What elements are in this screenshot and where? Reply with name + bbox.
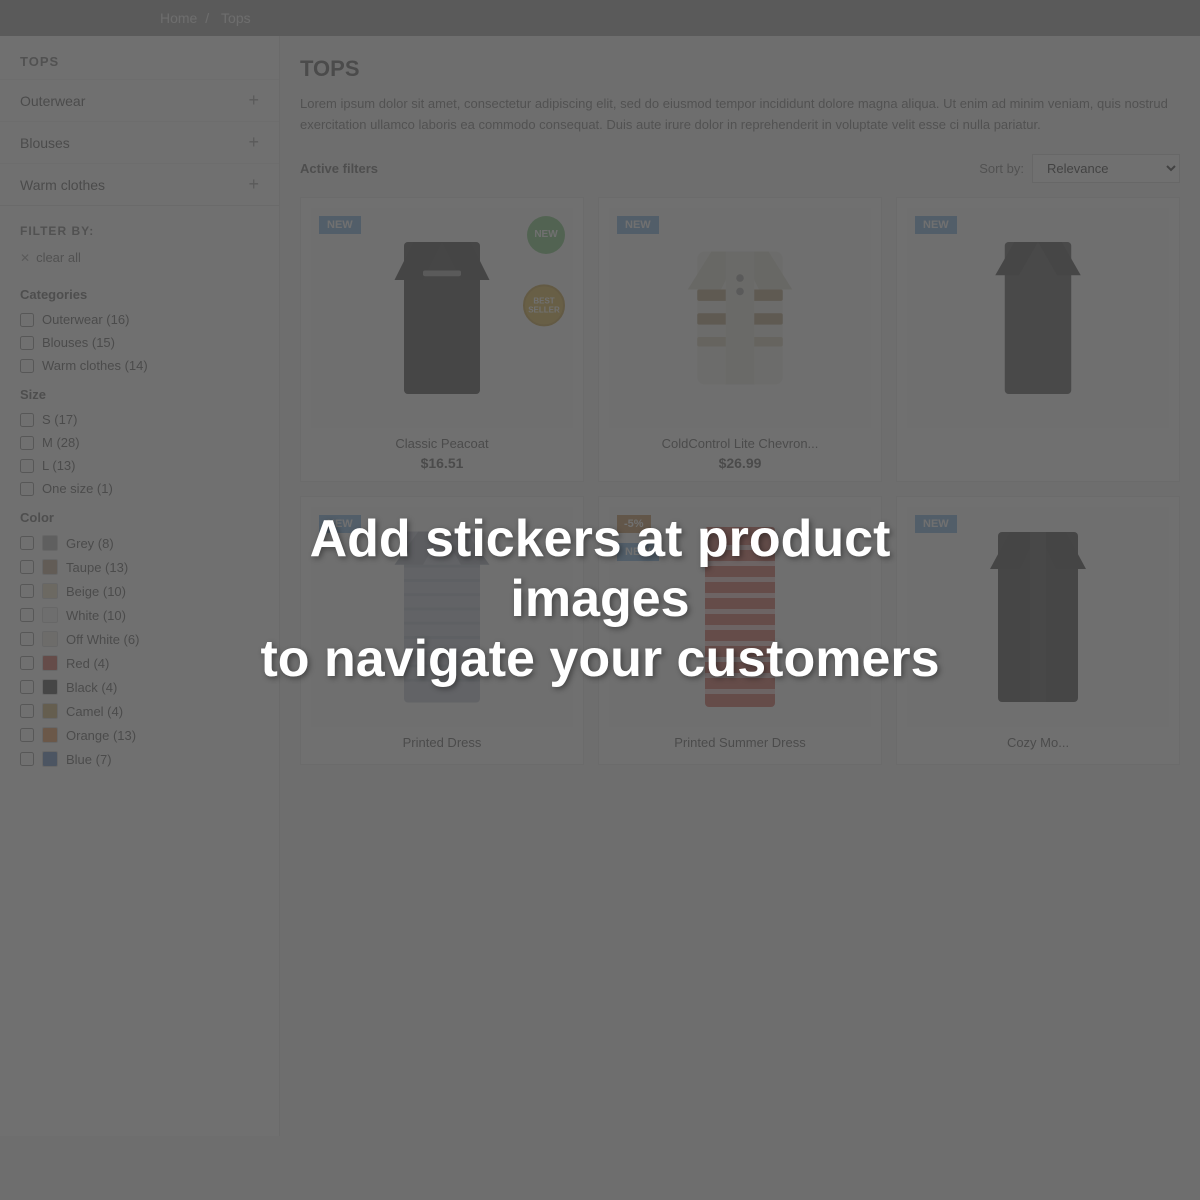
overlay: Add stickers at product images to naviga…: [0, 0, 1200, 1200]
overlay-text: Add stickers at product images to naviga…: [250, 510, 950, 689]
overlay-line2: to navigate your customers: [260, 630, 939, 688]
page-wrapper: Home / Tops TOPS Outerwear + Blouses + W…: [0, 0, 1200, 1200]
overlay-line1: Add stickers at product images: [310, 510, 891, 628]
